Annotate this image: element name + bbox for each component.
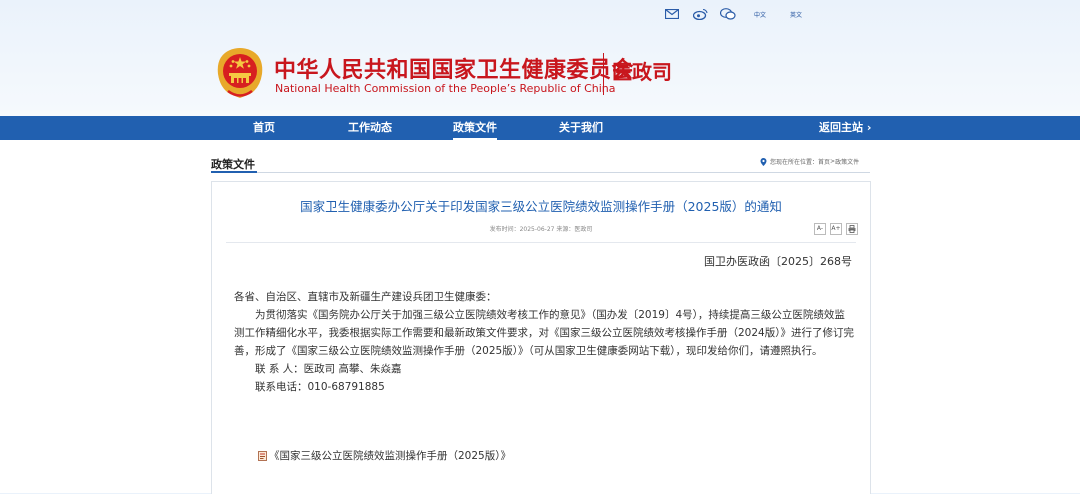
header-divider xyxy=(603,53,604,95)
breadcrumb-current: 政策文件 xyxy=(835,159,860,166)
mail-icon[interactable] xyxy=(664,7,680,21)
section-divider-accent xyxy=(211,171,257,173)
article-tools: A- A+ xyxy=(810,223,858,235)
wechat-icon[interactable] xyxy=(720,7,736,21)
article-paragraph: 为贯彻落实《国务院办公厅关于加强三级公立医院绩效考核工作的意见》（国办发〔201… xyxy=(234,309,854,357)
font-decrease-button[interactable]: A- xyxy=(814,223,826,235)
document-number: 国卫办医政函〔2025〕268号 xyxy=(704,255,852,268)
article-meta: 发布时间：2025-06-27 来源：医政司 xyxy=(489,226,593,233)
nav-item-about-us[interactable]: 关于我们 xyxy=(559,116,603,140)
article-contact: 联 系 人：医政司 高攀、朱焱嘉 xyxy=(255,363,402,375)
weibo-icon[interactable] xyxy=(692,7,708,21)
lang-chinese-link[interactable]: 中文 xyxy=(754,10,766,19)
breadcrumb-prefix: 您现在所在位置： xyxy=(770,159,819,166)
document-file-icon xyxy=(258,450,267,461)
nav-item-home[interactable]: 首页 xyxy=(253,116,275,140)
print-icon xyxy=(848,225,856,233)
font-increase-button[interactable]: A+ xyxy=(830,223,842,235)
national-emblem-icon xyxy=(217,48,263,98)
nav-item-work-news[interactable]: 工作动态 xyxy=(348,116,392,140)
lang-english-link[interactable]: 英文 xyxy=(790,10,802,19)
location-pin-icon xyxy=(760,157,767,166)
site-title-english: National Health Commission of the People… xyxy=(275,82,616,95)
article-phone: 联系电话：010-68791885 xyxy=(255,381,385,393)
breadcrumb-home-link[interactable]: 首页 xyxy=(818,157,830,166)
article-container: 国家卫生健康委办公厅关于印发国家三级公立医院绩效监测操作手册（2025版）的通知… xyxy=(211,181,871,494)
attachment-link[interactable]: 《国家三级公立医院绩效监测操作手册（2025版）》 xyxy=(258,448,511,463)
article-body: 各省、自治区、直辖市及新疆生产建设兵团卫生健康委： 为贯彻落实《国务院办公厅关于… xyxy=(234,288,854,396)
nav-return-main-site[interactable]: 返回主站 › xyxy=(819,116,871,140)
site-title-chinese: 中华人民共和国国家卫生健康委员会 xyxy=(274,57,635,83)
top-utility-links: 中文 英文 xyxy=(664,6,802,22)
article-divider xyxy=(226,242,856,243)
print-button[interactable] xyxy=(846,223,858,235)
section-title: 政策文件 xyxy=(211,158,255,171)
section-divider xyxy=(211,172,870,173)
department-name: 医政司 xyxy=(612,60,672,84)
attachment-label: 《国家三级公立医院绩效监测操作手册（2025版）》 xyxy=(269,450,511,462)
breadcrumb: 您现在所在位置： 首页 > 政策文件 xyxy=(760,157,859,166)
article-salutation: 各省、自治区、直辖市及新疆生产建设兵团卫生健康委： xyxy=(234,291,497,303)
main-nav: 首页 工作动态 政策文件 关于我们 返回主站 › xyxy=(0,116,1080,140)
article-title: 国家卫生健康委办公厅关于印发国家三级公立医院绩效监测操作手册（2025版）的通知 xyxy=(300,199,782,214)
nav-item-policy-documents[interactable]: 政策文件 xyxy=(453,116,497,140)
